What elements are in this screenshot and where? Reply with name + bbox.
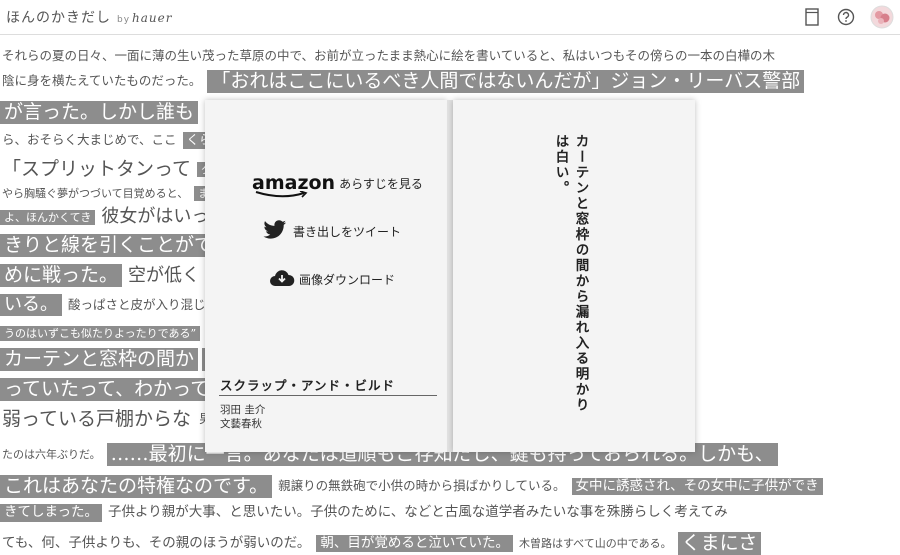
avatar[interactable] (870, 5, 894, 29)
opening-snippet-highlight[interactable]: が言った。しかし誰も (0, 101, 199, 124)
text-row: これはあなたの特権なのです。 親譲りの無鉄砲で小供の時から損ばかりしている。 女中に… (0, 475, 827, 498)
opening-snippet[interactable]: 酸っぱさと皮が入り混じ (66, 297, 208, 314)
book-publisher: 文藝春秋 (220, 418, 262, 430)
opening-snippet[interactable]: 空が低く (126, 265, 202, 287)
opening-snippet-highlight[interactable]: っていたって、わかって (0, 378, 214, 401)
download-label: 画像ダウンロード (299, 273, 396, 287)
opening-snippet-highlight[interactable]: よ、ほんかくてき (0, 209, 96, 225)
opening-snippet-highlight[interactable]: 「おれはここにいるべき人間ではないんだが」ジョン・リーバス警部 (207, 70, 805, 93)
opening-snippet[interactable]: それらの夏の日々、一面に薄の生い茂った草原の中で、お前が立ったまま熱心に絵を書い… (0, 48, 777, 65)
opening-snippet[interactable]: 「スプリットタンって (0, 158, 193, 181)
logo-by: by (117, 15, 131, 25)
opening-line-1: カーテンと窓枠の間から漏れ入る明かり (572, 134, 589, 413)
opening-snippet-highlight[interactable]: うのはいずこも似たりよったりである” (0, 325, 201, 341)
amazon-label: あらすじを見る (339, 176, 423, 191)
text-row: それらの夏の日々、一面に薄の生い茂った草原の中で、お前が立ったまま熱心に絵を書い… (0, 48, 781, 65)
opening-snippet-highlight[interactable]: きてしまった。 (0, 504, 102, 522)
tweet-label: 書き出しをツイート (293, 225, 402, 239)
download-link[interactable]: 画像ダウンロード (269, 269, 395, 290)
book-divider (219, 395, 437, 396)
opening-snippet[interactable]: やら胸騒ぐ夢がつづいて目覚めると、 (0, 186, 190, 201)
opening-snippet[interactable]: 弱っている戸棚からな (0, 408, 193, 431)
cloud-download-icon (269, 269, 295, 290)
opening-snippet[interactable]: 陰に身を横たえていたものだった。 (0, 73, 203, 90)
opening-snippet[interactable]: ら、おそらく大まじめで、ここ (0, 132, 179, 149)
book-icon[interactable] (802, 7, 822, 27)
app-header: ほんのかきだし by hauer (0, 0, 900, 35)
amazon-logo: amazon (252, 172, 335, 198)
opening-snippet[interactable]: 子供より親が大事、と思いたい。子供のために、などと古風な道学者みたいな事を殊勝ら… (106, 504, 730, 522)
opening-snippet[interactable]: 木曽路はすべて山の中である。 (517, 536, 674, 551)
opening-snippet[interactable]: ても、何、子供よりも、その親のほうが弱いのだ。 (0, 535, 312, 553)
opening-snippet[interactable]: 彼女がはいっ (99, 206, 211, 228)
logo-text: ほんのかきだし (6, 10, 111, 26)
tweet-link[interactable]: 書き出しをツイート (263, 220, 401, 243)
text-row: ても、何、子供よりも、その親のほうが弱いのだ。 朝、目が覚めると泣いていた。 木曽路… (0, 532, 765, 555)
book-left-page: amazon あらすじを見る 書き出しをツイート 画像ダウンロード スクラップ・… (205, 100, 447, 452)
app-logo[interactable]: ほんのかきだし by hauer (6, 7, 173, 27)
book-card: amazon あらすじを見る 書き出しをツイート 画像ダウンロード スクラップ・… (205, 100, 695, 452)
opening-snippet-highlight[interactable]: くまにさ (677, 532, 762, 555)
opening-snippet-highlight[interactable]: めに戦った。 (0, 264, 123, 287)
twitter-icon (263, 220, 287, 243)
opening-snippet[interactable]: 親譲りの無鉄砲で小供の時から損ばかりしている。 (276, 478, 567, 495)
opening-snippet-highlight[interactable]: 女中に誘惑され、その女中に子供ができ (571, 477, 823, 496)
opening-snippet-highlight[interactable]: 朝、目が覚めると泣いていた。 (316, 534, 513, 553)
opening-snippet-highlight[interactable]: カーテンと窓枠の間か (0, 348, 199, 371)
book-title: スクラップ・アンド・ビルド (220, 378, 396, 393)
book-right-page: カーテンと窓枠の間から漏れ入る明かり は白い。 (453, 100, 695, 452)
logo-author: hauer (132, 11, 173, 25)
amazon-link[interactable]: amazon あらすじを見る (252, 172, 423, 198)
opening-snippet-highlight[interactable]: きりと線を引くことができ (0, 234, 237, 257)
book-author: 羽田 圭介 (220, 404, 266, 416)
text-row: 陰に身を横たえていたものだった。 「おれはここにいるべき人間ではないんだが」ジョン… (0, 70, 808, 93)
opening-snippet-highlight[interactable]: これはあなたの特権なのです。 (0, 475, 273, 498)
text-row: きてしまった。 子供より親が大事、と思いたい。子供のために、などと古風な道学者みた… (0, 504, 734, 522)
opening-snippet-highlight[interactable]: いる。 (0, 294, 62, 316)
opening-line-2: は白い。 (552, 134, 569, 196)
opening-snippet[interactable]: たのは六年ぶりだ。 (0, 447, 103, 462)
help-icon[interactable] (836, 7, 856, 27)
